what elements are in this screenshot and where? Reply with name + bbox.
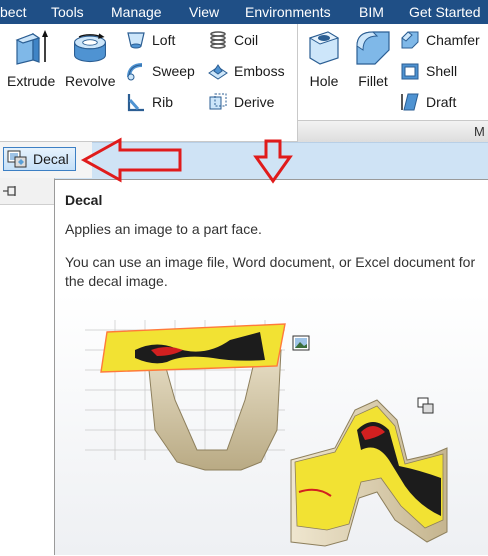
tooltip-body: Applies an image to a part face. You can… (65, 220, 485, 291)
decal-icon (7, 150, 27, 168)
pin-icon[interactable] (2, 185, 18, 197)
loft-label: Loft (152, 32, 176, 48)
derive-icon (208, 92, 228, 112)
menu-item-environments[interactable]: Environments (245, 4, 331, 20)
fillet-button[interactable]: Fillet (353, 28, 393, 89)
rib-button[interactable]: Rib (126, 92, 173, 112)
extrude-icon (11, 28, 51, 66)
decal-label: Decal (33, 151, 69, 167)
loft-icon (126, 30, 146, 50)
chamfer-button[interactable]: Chamfer (400, 30, 480, 50)
emboss-button[interactable]: Emboss (208, 61, 285, 81)
emboss-label: Emboss (234, 63, 285, 79)
menu-item-bim[interactable]: BIM (359, 4, 384, 20)
sweep-button[interactable]: Sweep (126, 61, 195, 81)
emboss-icon (208, 61, 228, 81)
revolve-button[interactable]: Revolve (65, 28, 116, 89)
loft-button[interactable]: Loft (126, 30, 175, 50)
decal-illustration (85, 320, 448, 547)
coil-icon (208, 30, 228, 50)
hole-label: Hole (309, 73, 339, 89)
extrude-button[interactable]: Extrude (7, 28, 55, 89)
create-panel-footer (0, 120, 297, 142)
hole-icon (304, 28, 344, 66)
shell-icon (400, 61, 420, 81)
menu-item-view[interactable]: View (189, 4, 219, 20)
tooltip-title: Decal (65, 192, 103, 208)
chamfer-label: Chamfer (426, 32, 480, 48)
modify-panel-label: M (474, 124, 485, 139)
menu-item-manage[interactable]: Manage (111, 4, 162, 20)
shell-label: Shell (426, 63, 458, 79)
decal-tooltip: Decal Applies an image to a part face. Y… (54, 179, 488, 555)
draft-button[interactable]: Draft (400, 92, 456, 112)
sweep-icon (126, 61, 146, 81)
shell-button[interactable]: Shell (400, 61, 457, 81)
coil-label: Coil (234, 32, 259, 48)
rib-icon (126, 92, 146, 112)
model-browser-pane (0, 178, 55, 555)
draft-icon (400, 92, 420, 112)
tooltip-detail: You can use an image file, Word document… (65, 254, 476, 289)
extrude-label: Extrude (7, 73, 56, 89)
tooltip-summary: Applies an image to a part face. (65, 221, 262, 237)
browser-header (0, 178, 54, 205)
chamfer-icon (400, 30, 420, 50)
rib-label: Rib (152, 94, 174, 110)
revolve-label: Revolve (65, 73, 116, 89)
coil-button[interactable]: Coil (208, 30, 258, 50)
decal-button[interactable]: Decal (3, 147, 76, 171)
derive-button[interactable]: Derive (208, 92, 274, 112)
sweep-label: Sweep (152, 63, 195, 79)
modify-panel-titlebar: M (297, 120, 488, 143)
decal-small-icon (417, 397, 434, 414)
panel-divider (297, 24, 298, 142)
menu-item-get-started[interactable]: Get Started (409, 4, 481, 20)
menu-item-object[interactable]: bect (0, 4, 26, 20)
menu-item-tools[interactable]: Tools (51, 4, 84, 20)
hole-button[interactable]: Hole (304, 28, 344, 89)
fillet-icon (353, 28, 393, 66)
menu-bar: bect Tools Manage View Environments BIM … (0, 0, 488, 24)
derive-label: Derive (234, 94, 275, 110)
image-file-icon (292, 335, 310, 351)
draft-label: Draft (426, 94, 457, 110)
revolve-icon (70, 28, 110, 66)
fillet-label: Fillet (358, 73, 388, 89)
